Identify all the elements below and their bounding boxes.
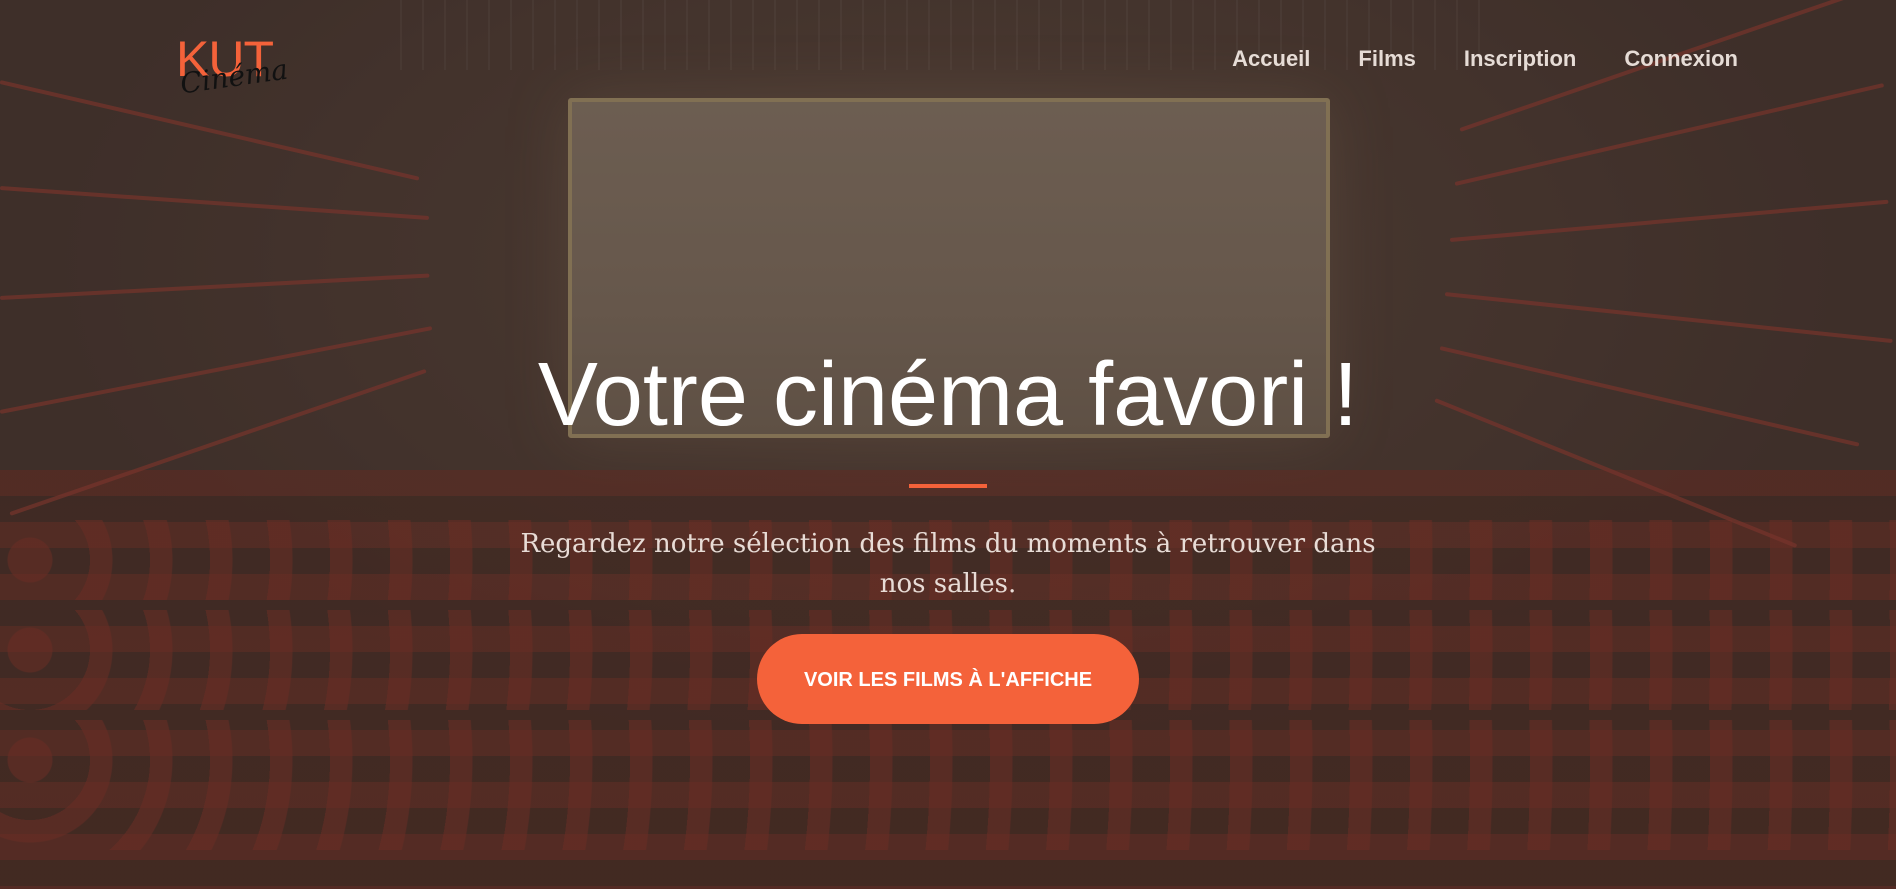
- hero-section: KUT Cinéma Accueil Films Inscription Con…: [0, 0, 1896, 889]
- nav-link-inscription[interactable]: Inscription: [1464, 46, 1576, 72]
- nav-links: Accueil Films Inscription Connexion: [1232, 46, 1738, 72]
- hero-content: Votre cinéma favori ! Regardez notre sél…: [0, 340, 1896, 724]
- view-films-button[interactable]: VOIR LES FILMS À L'AFFICHE: [757, 634, 1139, 724]
- hero-title: Votre cinéma favori !: [537, 345, 1359, 445]
- nav-link-connexion[interactable]: Connexion: [1624, 46, 1738, 72]
- nav-link-accueil[interactable]: Accueil: [1232, 46, 1310, 72]
- hero-subtitle: Regardez notre sélection des films du mo…: [520, 529, 1376, 599]
- logo[interactable]: KUT Cinéma: [176, 34, 296, 104]
- title-divider: [909, 484, 987, 488]
- nav-link-films[interactable]: Films: [1358, 46, 1415, 72]
- navbar: KUT Cinéma Accueil Films Inscription Con…: [0, 0, 1896, 120]
